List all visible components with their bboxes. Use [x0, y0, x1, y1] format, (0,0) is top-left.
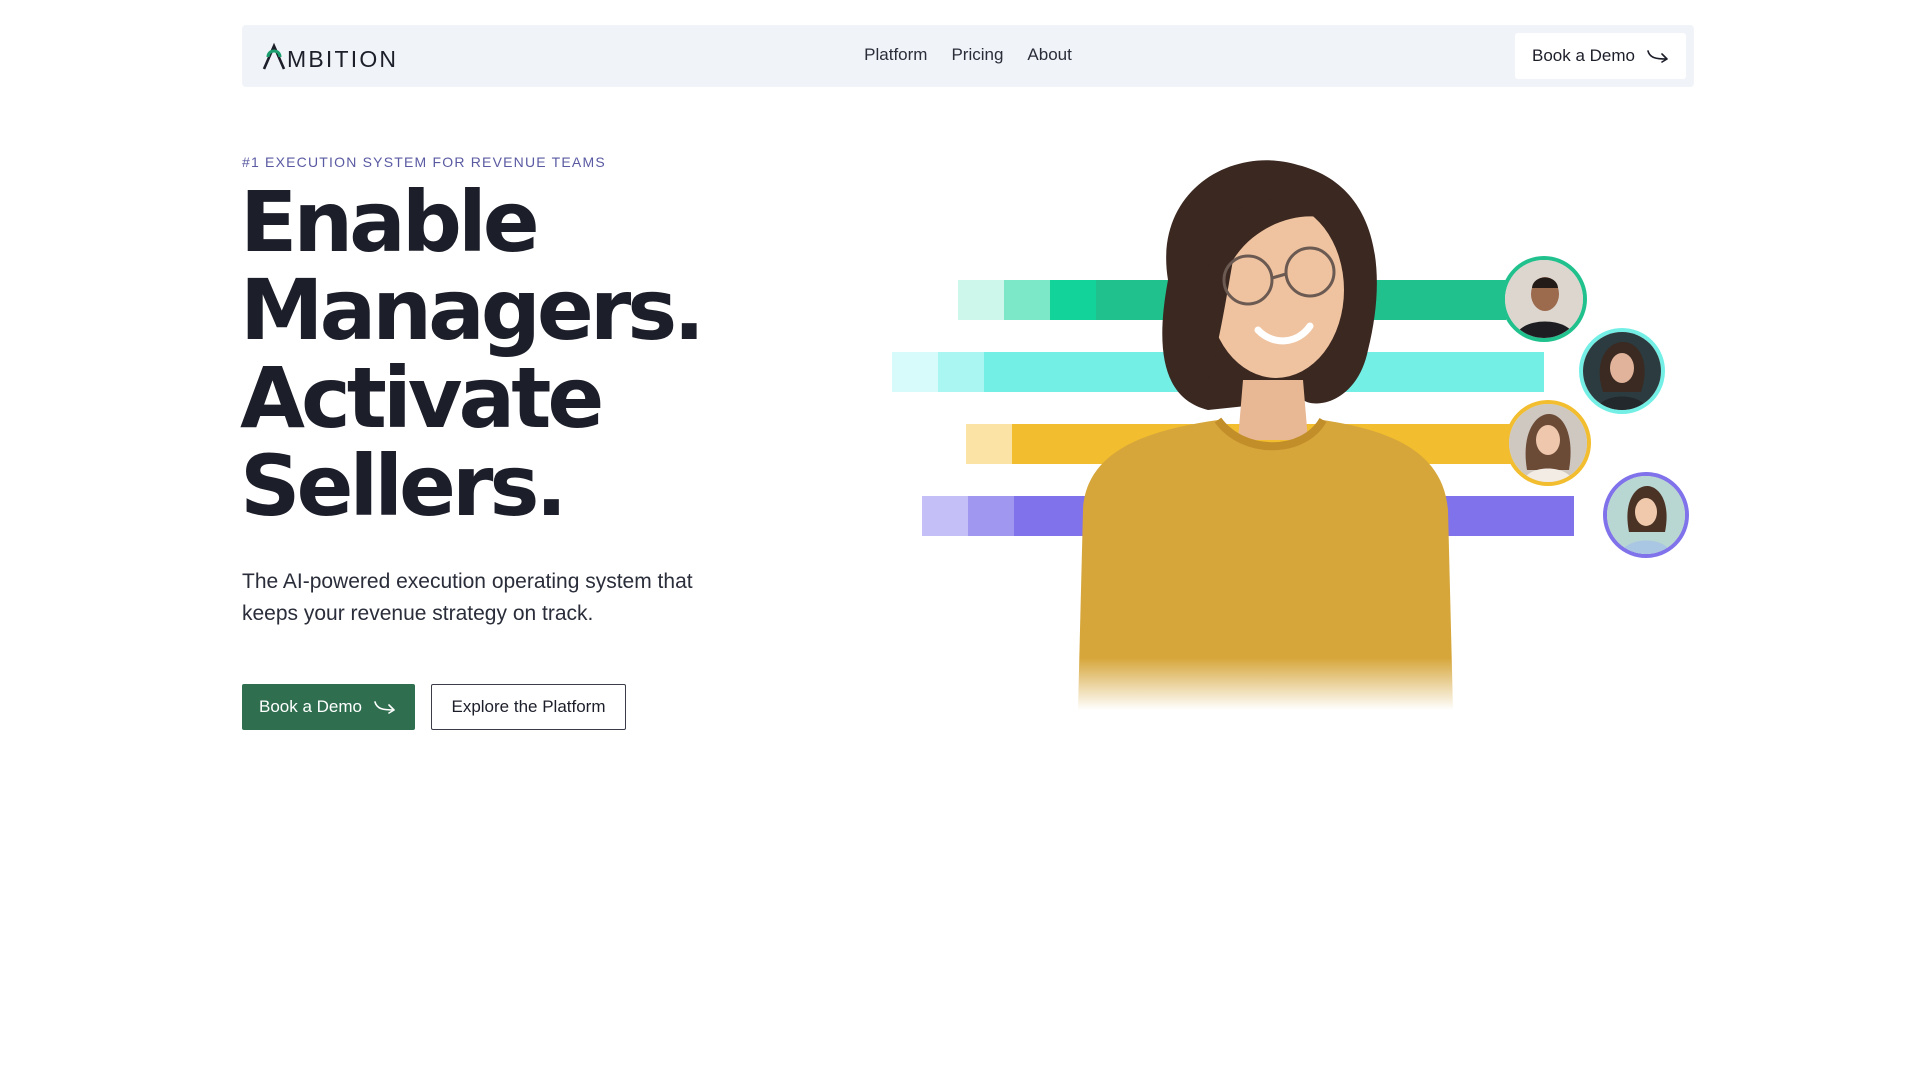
nav-links: Platform Pricing About — [864, 45, 1072, 65]
nav-book-demo-button[interactable]: Book a Demo — [1515, 33, 1686, 79]
nav-link-platform[interactable]: Platform — [864, 45, 927, 65]
headline-line-1: Enable — [240, 173, 540, 271]
woman-portrait-image — [1078, 160, 1453, 710]
nav-book-demo-label: Book a Demo — [1532, 46, 1635, 65]
logo-a-icon — [262, 43, 286, 70]
logo-wordmark: MBITION — [287, 46, 399, 72]
team-avatar-woman-smiling — [1505, 400, 1591, 486]
team-avatar-woman-blue-shirt — [1603, 472, 1689, 558]
nav-link-pricing[interactable]: Pricing — [951, 45, 1003, 65]
arrow-icon — [1647, 50, 1668, 63]
book-demo-label: Book a Demo — [259, 697, 362, 716]
hero-headline: Enable Managers. Activate Sellers. — [240, 178, 800, 530]
team-avatar-woman-dark-hair — [1579, 328, 1665, 414]
nav-link-about[interactable]: About — [1027, 45, 1071, 65]
headline-line-3: Activate — [240, 349, 604, 447]
hero-subtext: The AI-powered execution operating syste… — [242, 570, 693, 625]
explore-platform-button[interactable]: Explore the Platform — [431, 684, 626, 730]
team-avatar-man — [1501, 256, 1587, 342]
hero-illustration — [880, 140, 1700, 710]
arrow-icon — [374, 701, 395, 714]
hero-eyebrow: #1 EXECUTION SYSTEM FOR REVENUE TEAMS — [242, 154, 606, 170]
ambition-logo[interactable]: MBITION — [262, 41, 398, 71]
book-demo-button[interactable]: Book a Demo — [242, 684, 415, 730]
headline-line-2: Managers. — [240, 261, 705, 359]
headline-line-4: Sellers. — [240, 437, 567, 535]
top-navigation: MBITION Platform Pricing About Book a De… — [242, 25, 1694, 87]
